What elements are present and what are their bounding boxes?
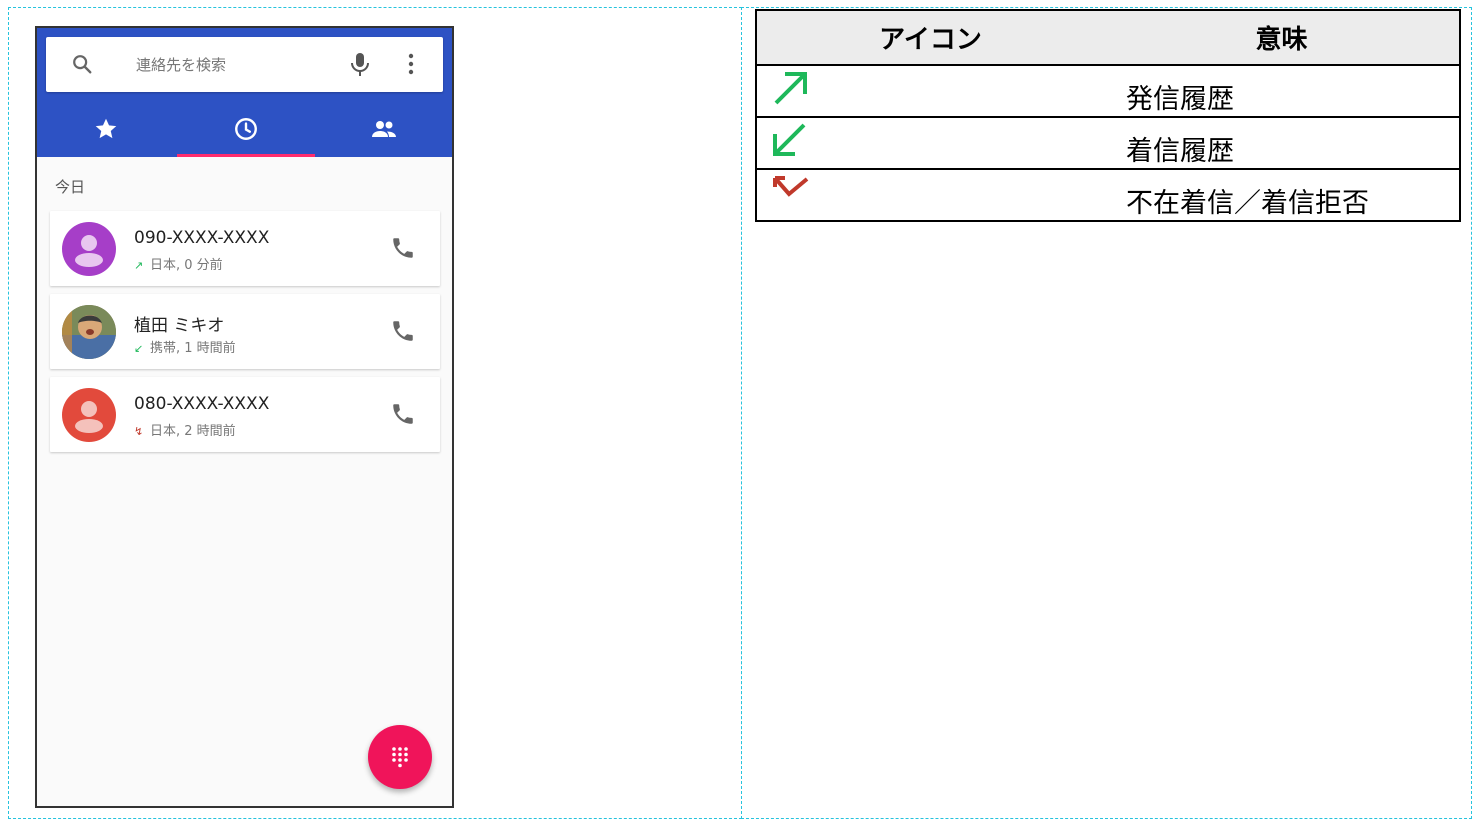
outgoing-call-icon: ↗ (134, 259, 144, 272)
call-button[interactable] (390, 235, 416, 261)
dialpad-icon (392, 747, 408, 768)
legend-meaning: 不在着信／着信拒否 (1104, 168, 1461, 222)
tab-favorites[interactable] (37, 100, 175, 157)
person-icon (75, 235, 103, 267)
outgoing-call-icon (774, 72, 807, 105)
call-log-item[interactable]: 080-XXXX-XXXX ↯ 日本, 2 時間前 (50, 377, 440, 452)
avatar (62, 388, 116, 442)
legend-header-meaning: 意味 (1104, 9, 1461, 66)
more-vert-icon[interactable] (406, 52, 416, 76)
app-bar: 連絡先を検索 (37, 28, 452, 157)
call-detail: ↙ 携帯, 1 時間前 (134, 341, 236, 356)
clock-icon (235, 118, 257, 140)
legend-header: アイコン 意味 (755, 9, 1461, 66)
contact-photo (62, 305, 116, 359)
legend-row: 不在着信／着信拒否 (755, 168, 1461, 222)
call-button[interactable] (390, 318, 416, 344)
star-icon (95, 118, 117, 139)
call-button[interactable] (390, 401, 416, 427)
incoming-call-icon: ↙ (134, 342, 144, 355)
legend-row: 着信履歴 (755, 116, 1461, 170)
avatar (62, 305, 116, 359)
missed-call-icon (773, 176, 809, 197)
phone-screen: 連絡先を検索 今日 090-XXXX-XXXX ↗ 日本, 0 分前 植田 ミキ… (35, 26, 454, 808)
legend-header-icon: アイコン (755, 9, 1104, 66)
person-icon (75, 401, 103, 433)
tab-contacts[interactable] (315, 100, 452, 157)
avatar (62, 222, 116, 276)
legend-meaning: 着信履歴 (1104, 116, 1461, 170)
missed-call-icon: ↯ (134, 425, 144, 438)
legend-icon-cell (755, 116, 1104, 170)
tab-recent[interactable] (177, 100, 315, 157)
search-icon[interactable] (71, 53, 93, 75)
incoming-call-icon (773, 123, 806, 156)
call-log-item[interactable]: 植田 ミキオ ↙ 携帯, 1 時間前 (50, 294, 440, 369)
section-label-today: 今日 (55, 178, 86, 196)
call-detail: ↗ 日本, 0 分前 (134, 258, 223, 273)
call-name: 090-XXXX-XXXX (134, 228, 270, 248)
tab-indicator (177, 154, 315, 157)
legend-row: 発信履歴 (755, 64, 1461, 118)
icon-legend-table: アイコン 意味 発信履歴 着信履歴 不在着信／着信拒否 (755, 9, 1461, 222)
legend-icon-cell (755, 64, 1104, 118)
call-log-item[interactable]: 090-XXXX-XXXX ↗ 日本, 0 分前 (50, 211, 440, 286)
legend-meaning: 発信履歴 (1104, 64, 1461, 118)
search-box[interactable]: 連絡先を検索 (46, 37, 443, 92)
people-icon (372, 121, 396, 137)
legend-icon-cell (755, 168, 1104, 222)
dialpad-button[interactable] (368, 725, 432, 789)
search-input[interactable]: 連絡先を検索 (136, 54, 226, 75)
call-detail: ↯ 日本, 2 時間前 (134, 424, 236, 439)
call-name: 植田 ミキオ (134, 316, 225, 336)
mic-icon[interactable] (348, 51, 372, 77)
call-name: 080-XXXX-XXXX (134, 394, 270, 414)
